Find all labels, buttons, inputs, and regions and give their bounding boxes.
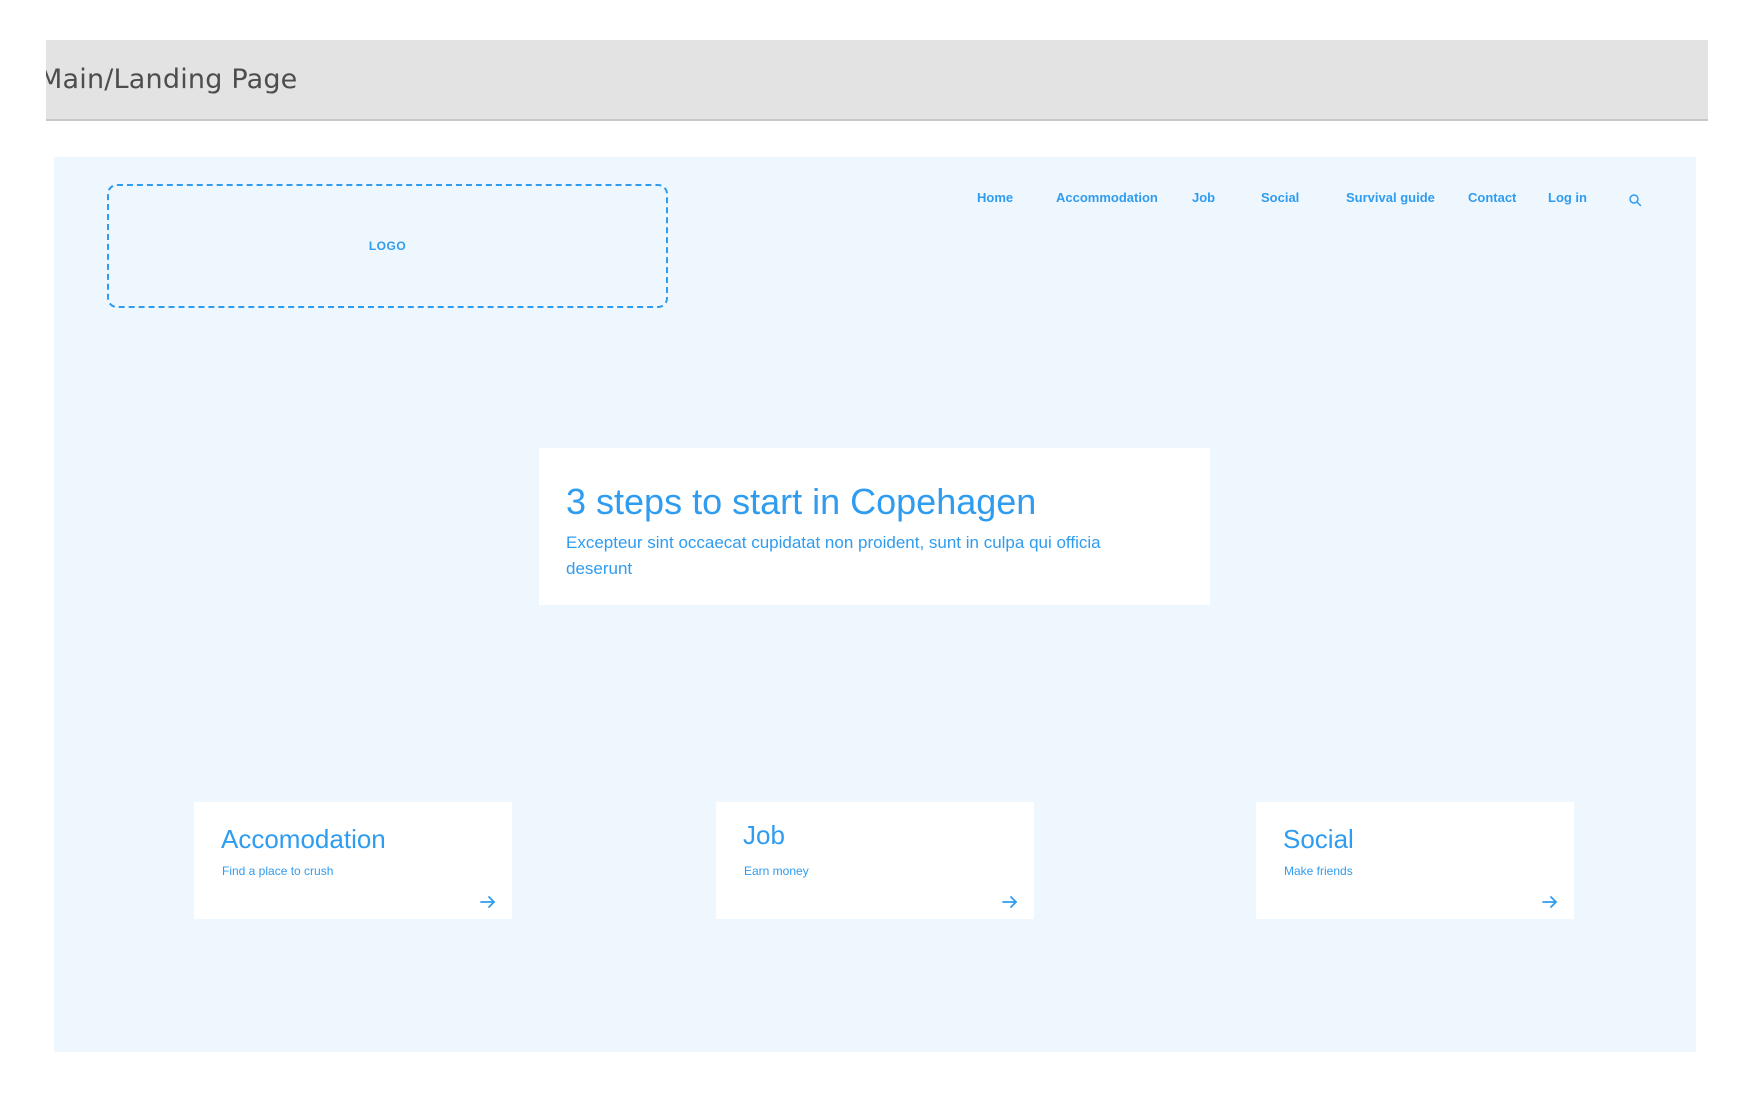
logo-label: LOGO [368,239,407,253]
card-social[interactable]: Social Make friends [1256,802,1574,919]
nav-item-social[interactable]: Social [1261,190,1299,210]
landing-page-canvas: LOGO Home Accommodation Job Social Survi… [54,157,1696,1052]
card-subtitle: Make friends [1284,864,1353,878]
nav-item-log-in[interactable]: Log in [1548,190,1587,210]
frame-title: Main/Landing Page [46,64,298,95]
card-title: Social [1283,824,1354,854]
card-job[interactable]: Job Earn money [716,802,1034,919]
card-subtitle: Earn money [744,864,809,878]
nav-item-job[interactable]: Job [1192,190,1215,210]
hero-title: 3 steps to start in Copehagen [566,481,1037,522]
hero-subtitle: Excepteur sint occaecat cupidatat non pr… [566,533,1101,578]
arrow-right-icon[interactable] [1001,893,1019,911]
nav-item-accommodation[interactable]: Accommodation [1056,190,1158,210]
search-icon[interactable] [1628,193,1642,207]
frame-header: Main/Landing Page [46,40,1708,121]
card-title: Accomodation [221,824,386,854]
nav-item-survival-guide[interactable]: Survival guide [1346,190,1435,210]
nav-item-home[interactable]: Home [977,190,1013,210]
card-subtitle: Find a place to crush [222,864,334,878]
arrow-right-icon[interactable] [1541,893,1559,911]
arrow-right-icon[interactable] [479,893,497,911]
card-accomodation[interactable]: Accomodation Find a place to crush [194,802,512,919]
card-title: Job [743,820,785,850]
logo-placeholder[interactable]: LOGO [107,184,668,308]
nav-item-contact[interactable]: Contact [1468,190,1516,210]
hero-card: 3 steps to start in Copehagen Excepteur … [539,448,1210,605]
